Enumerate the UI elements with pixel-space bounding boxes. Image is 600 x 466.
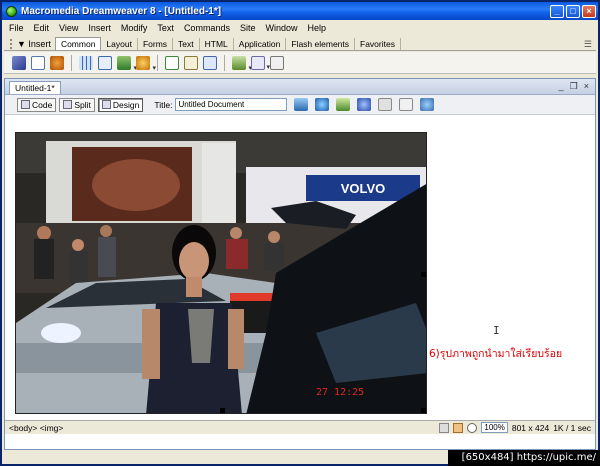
document-window: Untitled-1* _ ❐ × Code Split Design Titl… xyxy=(4,78,596,450)
menu-edit[interactable]: Edit xyxy=(29,23,55,33)
document-tab-strip: Untitled-1* _ ❐ × xyxy=(5,79,595,95)
selected-image[interactable]: VOLVO 27 12:25 xyxy=(15,132,427,414)
menu-bar: File Edit View Insert Modify Text Comman… xyxy=(2,20,598,36)
application-window: Macromedia Dreamweaver 8 - [Untitled-1*]… xyxy=(0,0,600,466)
menu-window[interactable]: Window xyxy=(260,23,302,33)
design-view-label: Design xyxy=(112,99,140,110)
dreamweaver-app-icon[interactable] xyxy=(6,5,17,17)
resize-handle-corner[interactable] xyxy=(421,408,426,413)
named-anchor-icon[interactable] xyxy=(50,55,64,70)
tab-flash-elements[interactable]: Flash elements xyxy=(286,38,356,50)
window-size-readout[interactable]: 801 x 424 xyxy=(512,423,549,433)
insert-bar: ▼ Insert Common Layout Forms Text HTML A… xyxy=(4,37,596,51)
hand-tool-icon[interactable] xyxy=(453,422,464,433)
zoom-tool-icon[interactable] xyxy=(467,422,478,433)
document-toolbar: Code Split Design Title: xyxy=(5,95,595,115)
toolbar-separator xyxy=(224,54,225,71)
menu-help[interactable]: Help xyxy=(302,23,331,33)
download-size-readout: 1K / 1 sec xyxy=(553,422,591,433)
tab-layout[interactable]: Layout xyxy=(101,38,138,50)
tab-favorites[interactable]: Favorites xyxy=(355,38,401,50)
window-title: Macromedia Dreamweaver 8 - [Untitled-1*] xyxy=(21,5,222,17)
table-icon[interactable] xyxy=(79,55,93,70)
document-tab[interactable]: Untitled-1* xyxy=(9,81,61,94)
menu-view[interactable]: View xyxy=(54,23,83,33)
refresh-design-view-icon[interactable] xyxy=(336,98,351,111)
car-show-photo: VOLVO 27 12:25 xyxy=(16,133,426,413)
resize-handle-right[interactable] xyxy=(421,272,426,277)
upload-watermark: [650x484] https://upic.me/ xyxy=(448,450,600,466)
server-side-include-icon[interactable] xyxy=(184,55,198,70)
maximize-button[interactable]: □ xyxy=(566,4,580,18)
menu-modify[interactable]: Modify xyxy=(116,23,153,33)
design-view-button[interactable]: Design xyxy=(97,97,144,112)
menu-text[interactable]: Text xyxy=(152,23,179,33)
doc-restore-icon[interactable]: ❐ xyxy=(570,81,578,92)
minimize-button[interactable]: _ xyxy=(550,4,564,18)
split-view-button[interactable]: Split xyxy=(59,97,95,112)
photo-timestamp: 27 12:25 xyxy=(316,387,364,398)
split-view-icon xyxy=(63,100,73,109)
collapse-arrow-icon: ▼ xyxy=(17,39,29,49)
validate-markup-icon[interactable] xyxy=(420,98,435,111)
menu-commands[interactable]: Commands xyxy=(179,23,235,33)
preview-in-browser-icon[interactable] xyxy=(315,98,330,111)
menu-file[interactable]: File xyxy=(4,23,29,33)
tab-text[interactable]: Text xyxy=(173,38,200,50)
file-management-icon[interactable] xyxy=(294,98,309,111)
document-title-input[interactable] xyxy=(175,98,288,111)
tab-forms[interactable]: Forms xyxy=(138,38,174,50)
design-canvas[interactable]: VOLVO 27 12:25 I 6)รุปภาพถูกนำมาใส่เรียบ… xyxy=(5,116,595,434)
email-link-icon[interactable] xyxy=(31,55,45,70)
date-icon[interactable] xyxy=(165,55,179,70)
menu-site[interactable]: Site xyxy=(235,23,261,33)
title-label: Title: xyxy=(154,99,173,110)
menu-insert[interactable]: Insert xyxy=(83,23,116,33)
layer-icon[interactable] xyxy=(98,55,112,70)
hyperlink-icon[interactable] xyxy=(12,55,26,70)
tag-chooser-icon[interactable] xyxy=(270,55,284,70)
code-view-icon xyxy=(21,100,30,109)
common-insert-toolbar xyxy=(4,52,596,74)
tag-selector[interactable]: <body> <img> xyxy=(9,423,63,433)
insert-panel-toggle[interactable]: ▼ Insert xyxy=(4,39,55,50)
close-button[interactable]: × xyxy=(582,4,596,18)
text-cursor-icon: I xyxy=(493,324,500,337)
resize-handle-bottom[interactable] xyxy=(220,408,225,413)
templates-icon[interactable] xyxy=(251,55,270,71)
code-view-button[interactable]: Code xyxy=(17,97,57,112)
instruction-caption: 6)รุปภาพถูกนำมาใส่เรียบร้อย xyxy=(429,348,563,360)
volvo-banner-text: VOLVO xyxy=(341,181,386,196)
panel-grip-icon[interactable] xyxy=(10,39,14,49)
title-bar: Macromedia Dreamweaver 8 - [Untitled-1*]… xyxy=(2,2,598,20)
tab-application[interactable]: Application xyxy=(234,38,287,50)
image-icon[interactable] xyxy=(117,55,137,72)
refresh-icon[interactable] xyxy=(378,98,393,111)
zoom-select[interactable]: 100% xyxy=(481,422,508,433)
visual-aids-icon[interactable] xyxy=(399,98,414,111)
toolbar-separator xyxy=(157,54,158,71)
insert-label: Insert xyxy=(28,39,51,49)
head-elements-icon[interactable] xyxy=(232,55,252,72)
design-view-icon xyxy=(101,100,111,109)
tab-common[interactable]: Common xyxy=(54,37,102,50)
view-options-icon[interactable] xyxy=(357,98,372,111)
comment-icon[interactable] xyxy=(203,55,217,70)
panel-options-icon[interactable]: ☰ xyxy=(584,39,592,50)
code-view-label: Code xyxy=(32,99,53,110)
pointer-tool-icon[interactable] xyxy=(439,422,450,433)
doc-minimize-icon[interactable]: _ xyxy=(559,81,564,92)
tab-html[interactable]: HTML xyxy=(200,38,234,50)
toolbar-separator xyxy=(71,54,72,71)
media-icon[interactable] xyxy=(136,55,156,72)
split-view-label: Split xyxy=(74,99,91,110)
status-bar: <body> <img> 100% 801 x 424 1K / 1 sec xyxy=(5,420,595,434)
doc-close-icon[interactable]: × xyxy=(584,81,589,92)
